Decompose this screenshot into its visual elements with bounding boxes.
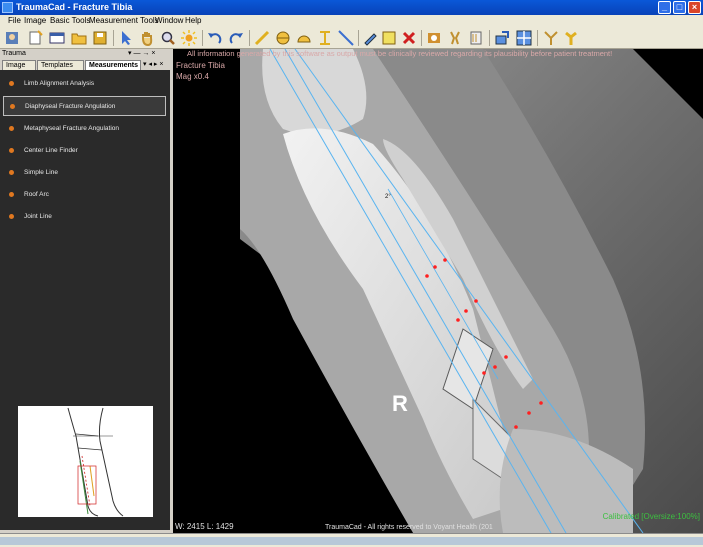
bone-icon[interactable] — [447, 30, 463, 46]
open-folder-icon[interactable] — [71, 30, 87, 46]
redo-icon[interactable] — [228, 30, 244, 46]
toolbar-separator — [113, 30, 114, 46]
menu-basic-tools[interactable]: Basic Tools — [50, 16, 90, 25]
list-item-label: Simple Line — [24, 169, 58, 176]
list-item-metaphyseal[interactable]: Metaphyseal Fracture Angulation — [3, 119, 166, 139]
brightness-icon[interactable] — [181, 30, 197, 46]
tab-templates[interactable]: Templates — [37, 60, 84, 70]
clinical-notice: All information generated by this softwa… — [187, 49, 613, 58]
line-tool-icon[interactable] — [254, 30, 270, 46]
panel-title: Trauma — [2, 50, 26, 57]
pointer-icon[interactable] — [118, 30, 134, 46]
study-list-icon[interactable] — [49, 30, 65, 46]
tab-controls[interactable]: ▾ ◂ ▸ × — [143, 60, 163, 68]
arc-tool-icon[interactable] — [296, 30, 312, 46]
list-item-label: Diaphyseal Fracture Angulation — [25, 103, 116, 110]
bullet-icon — [9, 214, 14, 219]
delete-icon[interactable] — [401, 30, 417, 46]
list-item-limb-alignment[interactable]: Limb Alignment Analysis — [3, 74, 166, 94]
circle-tool-icon[interactable] — [275, 30, 291, 46]
list-item-label: Center Line Finder — [24, 147, 78, 154]
menu-file[interactable]: File — [8, 16, 21, 25]
bullet-icon — [9, 170, 14, 175]
trauma-panel: Trauma ▾ ― → × Image Templates Measureme… — [0, 49, 170, 530]
list-item-center-line[interactable]: Center Line Finder — [3, 141, 166, 161]
maximize-button[interactable]: □ — [673, 1, 686, 14]
pan-hand-icon[interactable] — [139, 30, 155, 46]
menu-window[interactable]: Window — [155, 16, 183, 25]
tab-image-label: Image — [6, 62, 26, 69]
bullet-icon — [9, 126, 14, 131]
toolbar-separator — [421, 30, 422, 46]
measurement-thumbnail — [18, 406, 153, 517]
tab-image[interactable]: Image — [2, 60, 36, 70]
layout-grid-icon[interactable] — [516, 30, 532, 46]
xray-image — [173, 49, 703, 533]
note-icon[interactable] — [381, 30, 397, 46]
list-item-joint-line[interactable]: Joint Line — [3, 207, 166, 227]
window-title: TraumaCad - Fracture Tibia — [16, 2, 133, 12]
close-button[interactable]: × — [688, 1, 701, 14]
list-item-simple-line[interactable]: Simple Line — [3, 163, 166, 183]
list-item-label: Limb Alignment Analysis — [24, 80, 95, 87]
undo-icon[interactable] — [207, 30, 223, 46]
distance-tool-icon[interactable] — [317, 30, 333, 46]
status-bar — [0, 533, 703, 547]
toolbar-separator — [489, 30, 490, 46]
save-icon[interactable] — [92, 30, 108, 46]
ruler-line-icon[interactable] — [338, 30, 354, 46]
pencil-icon[interactable] — [362, 30, 378, 46]
implant-icon[interactable] — [426, 30, 442, 46]
menu-bar: File Image Basic Tools Measurement Tools… — [0, 15, 703, 27]
status-well — [0, 537, 703, 545]
toolbar — [0, 27, 703, 49]
panel-tabs: Image Templates Measurements ▾ ◂ ▸ × — [0, 59, 170, 70]
magnification-label: Mag x0.4 — [176, 72, 209, 81]
copyright-text: TraumaCad - All rights reserved to Voyan… — [325, 524, 493, 531]
side-marker: R — [392, 391, 408, 416]
bullet-icon — [9, 81, 14, 86]
bullet-icon — [9, 192, 14, 197]
bone-tool-icon[interactable] — [563, 30, 579, 46]
patient-icon[interactable] — [4, 30, 20, 46]
export-icon[interactable] — [494, 30, 510, 46]
toolbar-separator — [537, 30, 538, 46]
tab-templates-label: Templates — [41, 62, 73, 69]
menu-image[interactable]: Image — [24, 16, 46, 25]
bullet-icon — [10, 104, 15, 109]
osteotomy-icon[interactable] — [543, 30, 559, 46]
calibration-status: Calibrated [Oversize:100%] — [602, 512, 700, 521]
tab-measurements[interactable]: Measurements — [85, 60, 141, 70]
toolbar-separator — [358, 30, 359, 46]
template-icon[interactable] — [468, 30, 484, 46]
list-item-diaphyseal[interactable]: Diaphyseal Fracture Angulation — [3, 96, 166, 116]
traumacad-window: TraumaCad - Fracture Tibia _ □ × File Im… — [0, 0, 703, 547]
menu-measurement-tools[interactable]: Measurement Tools — [89, 16, 159, 25]
window-level: W: 2415 L: 1429 — [175, 522, 234, 531]
bullet-icon — [9, 148, 14, 153]
panel-controls[interactable]: ▾ ― → × — [128, 49, 155, 57]
zoom-icon[interactable] — [160, 30, 176, 46]
list-item-roof-arc[interactable]: Roof Arc — [3, 185, 166, 205]
list-item-label: Joint Line — [24, 213, 52, 220]
study-title: Fracture Tibia — [176, 61, 225, 70]
toolbar-separator — [249, 30, 250, 46]
minimize-button[interactable]: _ — [658, 1, 671, 14]
new-icon[interactable] — [27, 30, 43, 46]
list-item-label: Metaphyseal Fracture Angulation — [24, 125, 120, 132]
title-bar: TraumaCad - Fracture Tibia _ □ × — [0, 0, 703, 15]
menu-help[interactable]: Help — [185, 16, 201, 25]
angle-label: 2° — [385, 194, 391, 200]
panel-header: Trauma ▾ ― → × — [0, 49, 170, 59]
toolbar-separator — [202, 30, 203, 46]
list-item-label: Roof Arc — [24, 191, 49, 198]
image-viewer[interactable]: All information generated by this softwa… — [173, 49, 703, 533]
tab-measurements-label: Measurements — [89, 62, 139, 69]
app-icon — [2, 2, 13, 13]
